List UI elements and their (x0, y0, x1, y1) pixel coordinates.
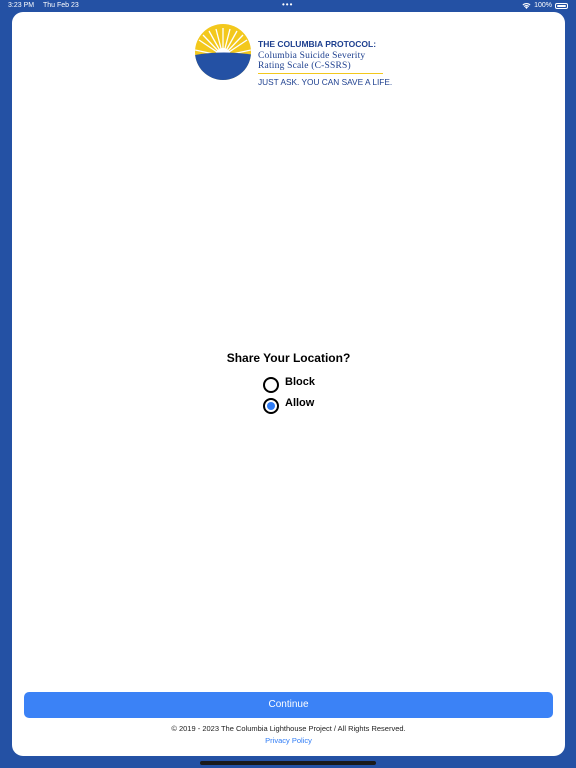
copyright-text: © 2019 - 2023 The Columbia Lighthouse Pr… (171, 724, 406, 733)
wifi-icon (522, 3, 531, 9)
home-indicator[interactable] (200, 761, 376, 765)
battery-icon (555, 2, 568, 9)
app-sheet: THE COLUMBIA PROTOCOL: Columbia Suicide … (12, 12, 565, 756)
block-radio[interactable] (263, 377, 279, 393)
allow-label: Allow (285, 397, 315, 409)
sunrise-logo-icon (195, 24, 251, 80)
status-time: 3:23 PM (8, 2, 35, 9)
continue-button[interactable]: Continue (24, 692, 553, 718)
block-label: Block (285, 376, 315, 388)
logo-subtitle-line2: Rating Scale (C-SSRS) (258, 61, 351, 71)
logo-tagline: JUST ASK. YOU CAN SAVE A LIFE. (258, 77, 393, 87)
radio-selected-dot (267, 402, 275, 410)
privacy-policy-link[interactable]: Privacy Policy (12, 736, 565, 745)
location-question: Share Your Location? (226, 351, 351, 365)
multitasking-dots-icon[interactable]: ••• (282, 0, 293, 9)
battery-fill (557, 4, 566, 7)
option-block[interactable]: Block (263, 375, 315, 393)
status-date: Thu Feb 23 (43, 2, 79, 9)
option-allow[interactable]: Allow (263, 396, 314, 414)
logo-divider (258, 73, 383, 74)
logo-subtitle-line1: Columbia Suicide Severity (258, 51, 366, 61)
status-bar: 3:23 PM Thu Feb 23 ••• 100% (0, 0, 576, 12)
columbia-protocol-logo: THE COLUMBIA PROTOCOL: Columbia Suicide … (195, 22, 395, 87)
battery-percent: 100% (534, 2, 552, 9)
logo-title: THE COLUMBIA PROTOCOL: (258, 39, 377, 49)
allow-radio[interactable] (263, 398, 279, 414)
status-indicators: 100% (522, 2, 568, 9)
